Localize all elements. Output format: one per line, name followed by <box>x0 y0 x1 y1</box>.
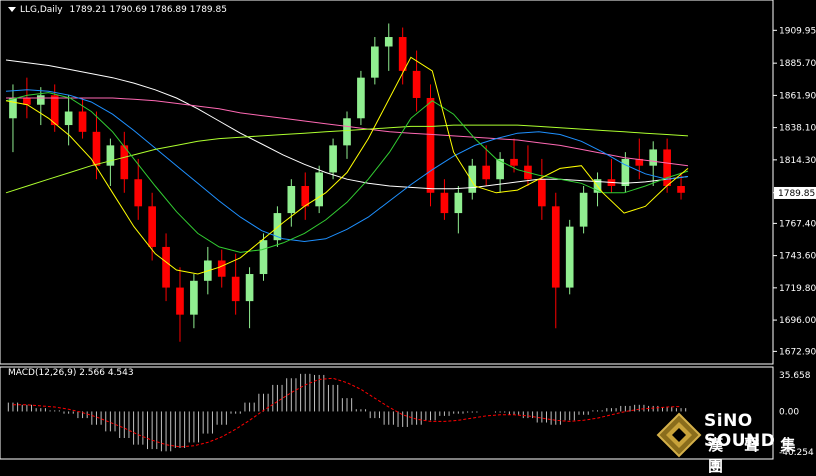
candle-body <box>384 37 393 47</box>
candle-body <box>482 165 491 180</box>
candle-body <box>315 172 323 207</box>
dropdown-triangle-icon[interactable] <box>8 7 16 12</box>
symbol-label: LLG,Daily <box>20 5 63 15</box>
price-tick-label: 1838.10 <box>779 124 816 134</box>
price-tick-label: 1672.90 <box>779 347 816 357</box>
candle-body <box>510 158 518 166</box>
candle-body <box>106 145 115 166</box>
last-price-label: 1789.85 <box>778 189 815 199</box>
price-tick-label: 1719.80 <box>779 284 816 294</box>
macd-tick-label: 35.658 <box>779 371 811 381</box>
candle <box>565 219 574 295</box>
candle-body <box>538 179 546 207</box>
logo-diamond-icon <box>656 412 702 458</box>
candle-body <box>663 149 671 186</box>
price-tick-label: 1743.60 <box>779 252 816 262</box>
candle-body <box>148 206 156 247</box>
candle-body <box>371 46 379 78</box>
price-tick-label: 1909.95 <box>779 26 816 36</box>
candle-body <box>245 274 254 302</box>
candle-body <box>565 226 574 288</box>
candle-body <box>551 206 560 288</box>
logo-chinese: 漢 聲 集 團 <box>708 436 804 475</box>
price-tick-label: 1814.30 <box>779 156 816 166</box>
candle-body <box>64 111 73 126</box>
candle-body <box>162 246 170 288</box>
ohlc-values: 1789.21 1790.69 1786.89 1789.85 <box>69 5 227 15</box>
candle-body <box>176 287 184 315</box>
candle-body <box>134 179 143 207</box>
candle <box>315 165 323 214</box>
candle <box>357 70 365 126</box>
macd-header: MACD(12,26,9) 2.566 4.543 <box>8 368 134 378</box>
candle-body <box>329 145 337 173</box>
candle-body <box>677 186 685 193</box>
candle-body <box>78 111 87 132</box>
candle-body <box>301 186 310 207</box>
candle-body <box>440 192 449 214</box>
candle-body <box>217 260 226 277</box>
price-tick-label: 1696.00 <box>779 316 816 326</box>
price-tick-label: 1767.40 <box>779 219 816 229</box>
candle <box>579 186 588 234</box>
sinosound-logo: SiNO SOUND 漢 聲 集 團 <box>654 408 814 475</box>
candle-body <box>468 165 477 193</box>
candle-body <box>649 149 658 166</box>
candle-body <box>36 95 45 105</box>
candle-body <box>398 37 407 71</box>
candle-body <box>287 186 296 214</box>
price-chart[interactable]: 1909.951885.701861.901838.101814.301790.… <box>0 0 816 460</box>
price-tick-label: 1885.70 <box>779 59 816 69</box>
candle-body <box>454 192 463 214</box>
candle-body <box>231 276 240 302</box>
candle-body <box>259 240 268 275</box>
candle-body <box>357 77 365 119</box>
candle-body <box>92 131 101 166</box>
candle-body <box>412 70 421 98</box>
candle-body <box>426 97 435 193</box>
price-axis: 1909.951885.701861.901838.101814.301790.… <box>773 26 816 357</box>
chart-header: LLG,Daily 1789.21 1790.69 1786.89 1789.8… <box>8 5 227 15</box>
candle-body <box>579 192 588 227</box>
candle-body <box>190 280 198 315</box>
price-tick-label: 1861.90 <box>779 91 816 101</box>
candle-body <box>343 118 351 146</box>
